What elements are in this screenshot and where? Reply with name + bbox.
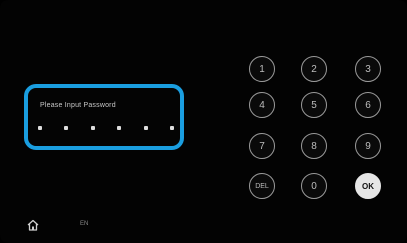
- password-dot: [143, 126, 148, 130]
- password-dot: [169, 126, 174, 130]
- key-3[interactable]: 3: [355, 56, 381, 82]
- key-0[interactable]: 0: [301, 173, 327, 199]
- password-dot: [90, 126, 95, 130]
- password-dots: [38, 126, 174, 130]
- key-7[interactable]: 7: [249, 133, 275, 159]
- ok-button[interactable]: OK: [355, 173, 381, 199]
- password-panel[interactable]: Please Input Password: [24, 84, 184, 150]
- lock-screen: Please Input Password 1 2 3 4 5 6 7 8 9 …: [0, 0, 407, 243]
- key-4[interactable]: 4: [249, 92, 275, 118]
- password-dot: [117, 126, 122, 130]
- key-1[interactable]: 1: [249, 56, 275, 82]
- delete-button[interactable]: DEL: [249, 173, 275, 199]
- password-dot: [64, 126, 69, 130]
- password-prompt: Please Input Password: [40, 102, 116, 109]
- key-9[interactable]: 9: [355, 133, 381, 159]
- key-6[interactable]: 6: [355, 92, 381, 118]
- key-8[interactable]: 8: [301, 133, 327, 159]
- password-dot: [38, 126, 42, 130]
- mode-indicator: EN: [80, 221, 89, 227]
- key-5[interactable]: 5: [301, 92, 327, 118]
- home-icon: [27, 219, 39, 231]
- key-2[interactable]: 2: [301, 56, 327, 82]
- home-button[interactable]: [26, 218, 40, 232]
